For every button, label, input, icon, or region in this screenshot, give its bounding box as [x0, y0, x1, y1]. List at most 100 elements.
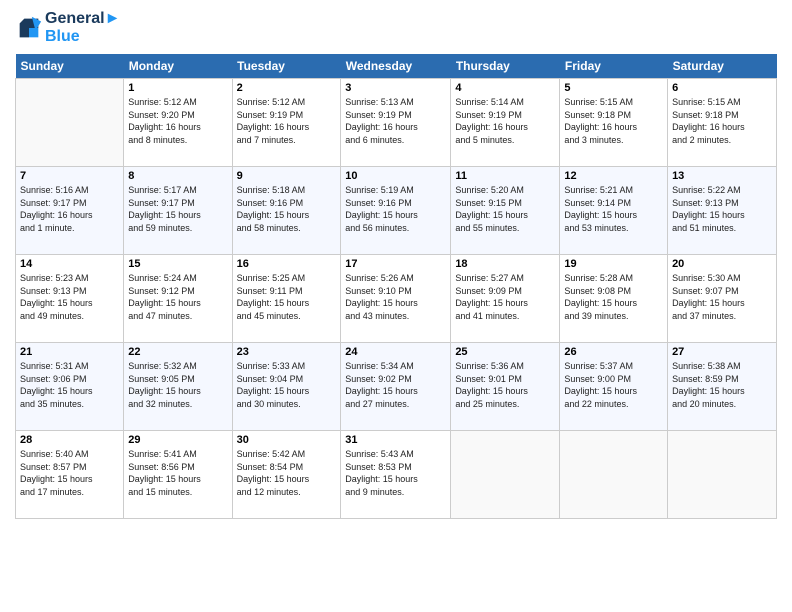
- weekday-header-cell: Wednesday: [341, 54, 451, 79]
- logo-text: General► Blue: [45, 10, 120, 46]
- logo-icon: [15, 14, 43, 42]
- weekday-header-cell: Sunday: [16, 54, 124, 79]
- calendar-day-cell: 3 Sunrise: 5:13 AM Sunset: 9:19 PM Daylig…: [341, 79, 451, 167]
- calendar-day-cell: 31Sunrise: 5:43 AM Sunset: 8:53 PM Dayli…: [341, 431, 451, 519]
- day-number: 1: [128, 82, 227, 94]
- day-info: Sunrise: 5:41 AM Sunset: 8:56 PM Dayligh…: [128, 448, 227, 498]
- day-number: 19: [564, 258, 663, 270]
- calendar-day-cell: 25Sunrise: 5:36 AM Sunset: 9:01 PM Dayli…: [451, 343, 560, 431]
- day-info: Sunrise: 5:42 AM Sunset: 8:54 PM Dayligh…: [237, 448, 337, 498]
- day-info: Sunrise: 5:33 AM Sunset: 9:04 PM Dayligh…: [237, 360, 337, 410]
- day-info: Sunrise: 5:27 AM Sunset: 9:09 PM Dayligh…: [455, 272, 555, 322]
- day-info: Sunrise: 5:13 AM Sunset: 9:19 PM Dayligh…: [345, 96, 446, 146]
- calendar-day-cell: 16 Sunrise: 5:25 AM Sunset: 9:11 PM Dayli…: [232, 255, 341, 343]
- day-number: 10: [345, 170, 446, 182]
- calendar-day-cell: 19 Sunrise: 5:28 AM Sunset: 9:08 PM Dayli…: [560, 255, 668, 343]
- day-number: 13: [672, 170, 772, 182]
- calendar-body: 1 Sunrise: 5:12 AM Sunset: 9:20 PM Daylig…: [16, 79, 777, 519]
- calendar-day-cell: 5Sunrise: 5:15 AM Sunset: 9:18 PM Daylig…: [560, 79, 668, 167]
- calendar-day-cell: 12 Sunrise: 5:21 AM Sunset: 9:14 PM Dayli…: [560, 167, 668, 255]
- calendar-week-row: 7 Sunrise: 5:16 AM Sunset: 9:17 PM Daylig…: [16, 167, 777, 255]
- day-info: Sunrise: 5:32 AM Sunset: 9:05 PM Dayligh…: [128, 360, 227, 410]
- day-info: Sunrise: 5:18 AM Sunset: 9:16 PM Dayligh…: [237, 184, 337, 234]
- day-info: Sunrise: 5:12 AM Sunset: 9:19 PM Dayligh…: [237, 96, 337, 146]
- day-number: 4: [455, 82, 555, 94]
- day-info: Sunrise: 5:21 AM Sunset: 9:14 PM Dayligh…: [564, 184, 663, 234]
- calendar-day-cell: 28Sunrise: 5:40 AM Sunset: 8:57 PM Dayli…: [16, 431, 124, 519]
- calendar-day-cell: [560, 431, 668, 519]
- day-number: 29: [128, 434, 227, 446]
- calendar-week-row: 28Sunrise: 5:40 AM Sunset: 8:57 PM Dayli…: [16, 431, 777, 519]
- day-info: Sunrise: 5:37 AM Sunset: 9:00 PM Dayligh…: [564, 360, 663, 410]
- day-info: Sunrise: 5:16 AM Sunset: 9:17 PM Dayligh…: [20, 184, 119, 234]
- day-number: 30: [237, 434, 337, 446]
- day-number: 20: [672, 258, 772, 270]
- calendar-day-cell: 24 Sunrise: 5:34 AM Sunset: 9:02 PM Dayli…: [341, 343, 451, 431]
- day-number: 2: [237, 82, 337, 94]
- calendar-day-cell: 27 Sunrise: 5:38 AM Sunset: 8:59 PM Dayli…: [668, 343, 777, 431]
- calendar-day-cell: 7 Sunrise: 5:16 AM Sunset: 9:17 PM Daylig…: [16, 167, 124, 255]
- day-info: Sunrise: 5:38 AM Sunset: 8:59 PM Dayligh…: [672, 360, 772, 410]
- calendar-day-cell: 9Sunrise: 5:18 AM Sunset: 9:16 PM Daylig…: [232, 167, 341, 255]
- calendar-day-cell: 18Sunrise: 5:27 AM Sunset: 9:09 PM Dayli…: [451, 255, 560, 343]
- calendar-day-cell: 22 Sunrise: 5:32 AM Sunset: 9:05 PM Dayli…: [124, 343, 232, 431]
- day-number: 22: [128, 346, 227, 358]
- weekday-header-cell: Friday: [560, 54, 668, 79]
- calendar-day-cell: 20 Sunrise: 5:30 AM Sunset: 9:07 PM Dayli…: [668, 255, 777, 343]
- day-info: Sunrise: 5:28 AM Sunset: 9:08 PM Dayligh…: [564, 272, 663, 322]
- day-info: Sunrise: 5:30 AM Sunset: 9:07 PM Dayligh…: [672, 272, 772, 322]
- day-info: Sunrise: 5:19 AM Sunset: 9:16 PM Dayligh…: [345, 184, 446, 234]
- day-number: 3: [345, 82, 446, 94]
- day-number: 16: [237, 258, 337, 270]
- day-number: 27: [672, 346, 772, 358]
- day-number: 23: [237, 346, 337, 358]
- logo: General► Blue: [15, 10, 120, 46]
- weekday-header-cell: Saturday: [668, 54, 777, 79]
- calendar-day-cell: 4 Sunrise: 5:14 AM Sunset: 9:19 PM Daylig…: [451, 79, 560, 167]
- weekday-header-cell: Monday: [124, 54, 232, 79]
- day-number: 15: [128, 258, 227, 270]
- day-info: Sunrise: 5:34 AM Sunset: 9:02 PM Dayligh…: [345, 360, 446, 410]
- day-info: Sunrise: 5:25 AM Sunset: 9:11 PM Dayligh…: [237, 272, 337, 322]
- day-number: 24: [345, 346, 446, 358]
- calendar-day-cell: 23 Sunrise: 5:33 AM Sunset: 9:04 PM Dayli…: [232, 343, 341, 431]
- day-info: Sunrise: 5:23 AM Sunset: 9:13 PM Dayligh…: [20, 272, 119, 322]
- day-info: Sunrise: 5:17 AM Sunset: 9:17 PM Dayligh…: [128, 184, 227, 234]
- calendar-day-cell: 10 Sunrise: 5:19 AM Sunset: 9:16 PM Dayli…: [341, 167, 451, 255]
- day-info: Sunrise: 5:26 AM Sunset: 9:10 PM Dayligh…: [345, 272, 446, 322]
- weekday-header-cell: Tuesday: [232, 54, 341, 79]
- day-info: Sunrise: 5:22 AM Sunset: 9:13 PM Dayligh…: [672, 184, 772, 234]
- day-number: 31: [345, 434, 446, 446]
- calendar-day-cell: [451, 431, 560, 519]
- calendar-day-cell: 26 Sunrise: 5:37 AM Sunset: 9:00 PM Dayli…: [560, 343, 668, 431]
- calendar-day-cell: 11 Sunrise: 5:20 AM Sunset: 9:15 PM Dayli…: [451, 167, 560, 255]
- day-number: 26: [564, 346, 663, 358]
- day-number: 12: [564, 170, 663, 182]
- calendar-day-cell: 29 Sunrise: 5:41 AM Sunset: 8:56 PM Dayli…: [124, 431, 232, 519]
- calendar-week-row: 1 Sunrise: 5:12 AM Sunset: 9:20 PM Daylig…: [16, 79, 777, 167]
- day-info: Sunrise: 5:24 AM Sunset: 9:12 PM Dayligh…: [128, 272, 227, 322]
- weekday-header-cell: Thursday: [451, 54, 560, 79]
- day-info: Sunrise: 5:20 AM Sunset: 9:15 PM Dayligh…: [455, 184, 555, 234]
- day-number: 7: [20, 170, 119, 182]
- calendar-day-cell: [668, 431, 777, 519]
- day-number: 21: [20, 346, 119, 358]
- calendar-day-cell: 2 Sunrise: 5:12 AM Sunset: 9:19 PM Daylig…: [232, 79, 341, 167]
- day-number: 11: [455, 170, 555, 182]
- calendar-day-cell: 15 Sunrise: 5:24 AM Sunset: 9:12 PM Dayli…: [124, 255, 232, 343]
- calendar-week-row: 14Sunrise: 5:23 AM Sunset: 9:13 PM Dayli…: [16, 255, 777, 343]
- calendar-day-cell: 8 Sunrise: 5:17 AM Sunset: 9:17 PM Daylig…: [124, 167, 232, 255]
- day-info: Sunrise: 5:31 AM Sunset: 9:06 PM Dayligh…: [20, 360, 119, 410]
- calendar-week-row: 21 Sunrise: 5:31 AM Sunset: 9:06 PM Dayli…: [16, 343, 777, 431]
- calendar-day-cell: 21 Sunrise: 5:31 AM Sunset: 9:06 PM Dayli…: [16, 343, 124, 431]
- calendar-table: SundayMondayTuesdayWednesdayThursdayFrid…: [15, 54, 777, 519]
- day-info: Sunrise: 5:12 AM Sunset: 9:20 PM Dayligh…: [128, 96, 227, 146]
- day-number: 17: [345, 258, 446, 270]
- calendar-day-cell: 14Sunrise: 5:23 AM Sunset: 9:13 PM Dayli…: [16, 255, 124, 343]
- day-number: 28: [20, 434, 119, 446]
- day-number: 25: [455, 346, 555, 358]
- calendar-day-cell: [16, 79, 124, 167]
- day-number: 8: [128, 170, 227, 182]
- page-header: General► Blue: [15, 10, 777, 46]
- day-info: Sunrise: 5:14 AM Sunset: 9:19 PM Dayligh…: [455, 96, 555, 146]
